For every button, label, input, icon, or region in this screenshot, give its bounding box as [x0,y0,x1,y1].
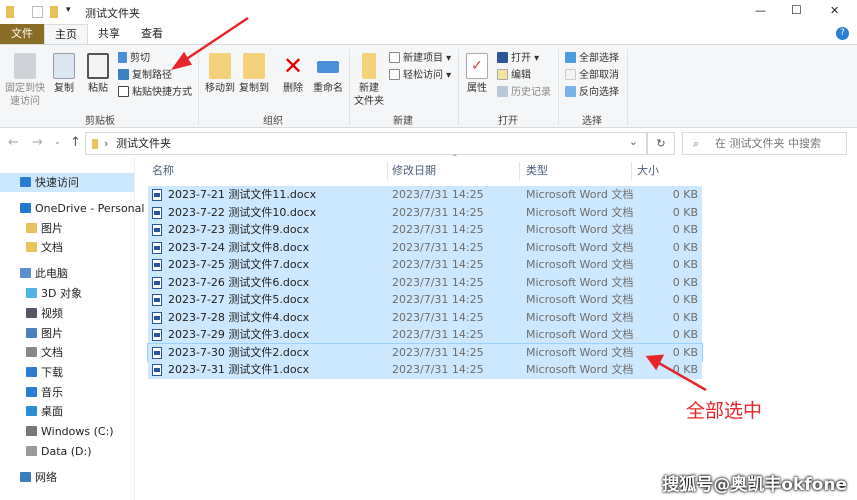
arrow-head [645,354,665,371]
arrow-to-selection [656,360,707,392]
arrow-head [171,51,192,71]
arrow-to-copy-path [181,16,249,64]
annotation-arrows [171,16,707,392]
annotation-label: 全部选中 [686,400,763,422]
watermark: 搜狐号@奥凯丰okfone [662,475,847,495]
